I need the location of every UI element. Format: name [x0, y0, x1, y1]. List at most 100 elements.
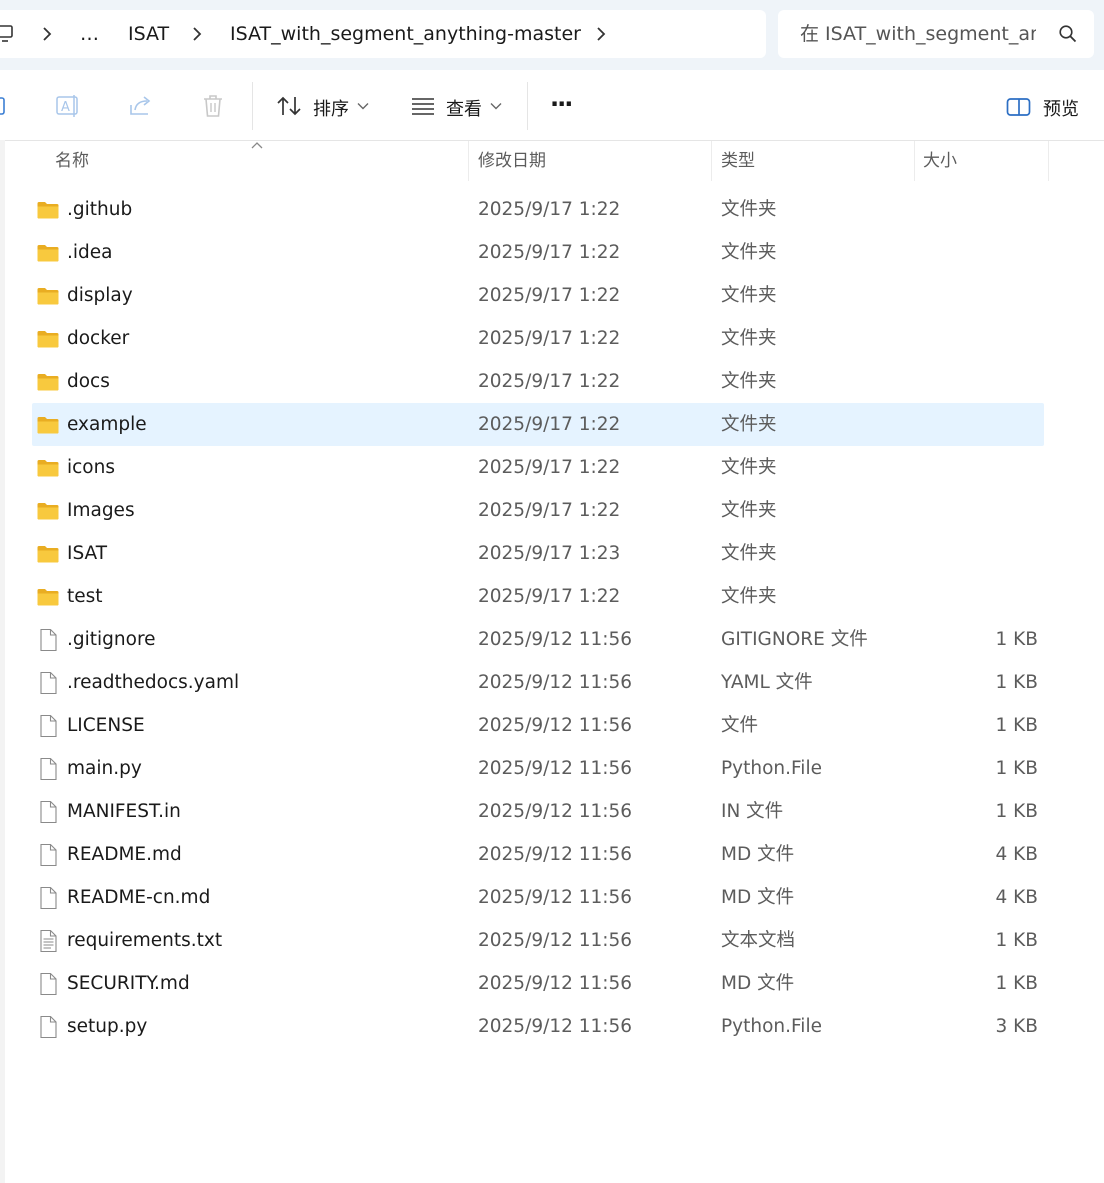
file-icon: [40, 628, 57, 652]
file-date: 2025/9/17 1:22: [478, 328, 621, 349]
file-row[interactable]: .gitignore 2025/9/12 11:56 GITIGNORE 文件 1 K…: [32, 618, 1044, 661]
chevron-right-icon[interactable]: [592, 25, 610, 43]
file-type: GITIGNORE 文件: [721, 629, 868, 650]
file-name: .github: [67, 199, 133, 220]
column-divider[interactable]: [1048, 141, 1049, 181]
file-row[interactable]: icons 2025/9/17 1:22 文件夹: [32, 446, 1044, 489]
search-input[interactable]: [778, 10, 1036, 58]
sort-icon: [277, 96, 301, 116]
more-options-button[interactable]: ···: [546, 82, 586, 130]
toolbar-divider: [252, 82, 253, 130]
chevron-right-icon[interactable]: [188, 25, 206, 43]
view-button[interactable]: 查看: [408, 82, 512, 130]
toolbar-divider: [527, 82, 528, 130]
file-type: IN 文件: [721, 801, 784, 822]
address-bar[interactable]: … ISAT ISAT_with_segment_anything-master: [0, 10, 766, 58]
sort-button[interactable]: 排序: [272, 82, 382, 130]
address-bar-area: … ISAT ISAT_with_segment_anything-master: [0, 0, 1104, 70]
file-row[interactable]: .readthedocs.yaml 2025/9/12 11:56 YAML 文件 1…: [32, 661, 1044, 704]
column-divider[interactable]: [711, 141, 712, 181]
file-size: 1 KB: [995, 715, 1038, 736]
sort-label: 排序: [313, 99, 349, 120]
file-name: .readthedocs.yaml: [67, 672, 240, 693]
folder-icon: [37, 374, 59, 391]
file-date: 2025/9/12 11:56: [478, 758, 633, 779]
file-size: 1 KB: [995, 672, 1038, 693]
file-type: Python.File: [721, 758, 822, 779]
file-size: 1 KB: [995, 973, 1038, 994]
file-row[interactable]: example 2025/9/17 1:22 文件夹: [32, 403, 1044, 446]
folder-icon: [37, 503, 59, 520]
column-header-date[interactable]: 修改日期: [478, 141, 703, 181]
file-row[interactable]: main.py 2025/9/12 11:56 Python.File 1 KB: [32, 747, 1044, 790]
folder-icon: [37, 546, 59, 563]
file-date: 2025/9/12 11:56: [478, 973, 633, 994]
folder-icon: [37, 202, 59, 219]
breadcrumb-overflow[interactable]: …: [80, 10, 100, 58]
view-list-icon: [412, 98, 434, 115]
folder-icon: [37, 288, 59, 305]
file-type: YAML 文件: [721, 672, 813, 693]
file-row[interactable]: .idea 2025/9/17 1:22 文件夹: [32, 231, 1044, 274]
file-row[interactable]: README.md 2025/9/12 11:56 MD 文件 4 KB: [32, 833, 1044, 876]
preview-pane-icon: [1006, 98, 1031, 116]
breadcrumb-current-folder[interactable]: ISAT_with_segment_anything-master: [230, 10, 581, 58]
file-date: 2025/9/17 1:22: [478, 500, 621, 521]
file-row[interactable]: docs 2025/9/17 1:22 文件夹: [32, 360, 1044, 403]
file-row[interactable]: setup.py 2025/9/12 11:56 Python.File 3 KB: [32, 1005, 1044, 1048]
file-type: 文本文档: [721, 930, 796, 951]
command-bar: A 排序 查看 ··· 预览: [0, 70, 1104, 141]
file-date: 2025/9/12 11:56: [478, 844, 633, 865]
file-name: icons: [67, 457, 115, 478]
chevron-right-icon[interactable]: [38, 25, 56, 43]
file-name: docs: [67, 371, 110, 392]
file-row[interactable]: Images 2025/9/17 1:22 文件夹: [32, 489, 1044, 532]
search-box[interactable]: [778, 10, 1094, 58]
file-name: example: [67, 414, 147, 435]
file-icon: [40, 800, 57, 824]
file-row[interactable]: docker 2025/9/17 1:22 文件夹: [32, 317, 1044, 360]
file-type: 文件夹: [721, 371, 777, 392]
navigation-pane-edge[interactable]: [0, 140, 5, 1183]
share-icon[interactable]: [128, 93, 154, 119]
file-row[interactable]: LICENSE 2025/9/12 11:56 文件 1 KB: [32, 704, 1044, 747]
file-icon: [40, 843, 57, 867]
file-date: 2025/9/12 11:56: [478, 715, 633, 736]
file-row[interactable]: requirements.txt 2025/9/12 11:56 文本文档 1 KB: [32, 919, 1044, 962]
rename-icon[interactable]: A: [55, 93, 81, 119]
file-row[interactable]: display 2025/9/17 1:22 文件夹: [32, 274, 1044, 317]
text-document-icon: [40, 929, 57, 953]
file-type: 文件夹: [721, 199, 777, 220]
computer-icon[interactable]: [0, 24, 20, 44]
breadcrumb-isat[interactable]: ISAT: [128, 10, 169, 58]
column-header-name[interactable]: 名称: [55, 141, 455, 181]
search-icon[interactable]: [1058, 24, 1078, 44]
file-date: 2025/9/17 1:22: [478, 457, 621, 478]
file-size: 1 KB: [995, 930, 1038, 951]
file-row[interactable]: ISAT 2025/9/17 1:23 文件夹: [32, 532, 1044, 575]
file-type: MD 文件: [721, 973, 795, 994]
file-icon: [40, 886, 57, 910]
file-row[interactable]: test 2025/9/17 1:22 文件夹: [32, 575, 1044, 618]
column-divider[interactable]: [914, 141, 915, 181]
file-row[interactable]: .github 2025/9/17 1:22 文件夹: [32, 188, 1044, 231]
file-row[interactable]: MANIFEST.in 2025/9/12 11:56 IN 文件 1 KB: [32, 790, 1044, 833]
file-name: README.md: [67, 844, 182, 865]
column-header-type[interactable]: 类型: [721, 141, 906, 181]
copy-icon[interactable]: [0, 93, 12, 119]
file-type: 文件夹: [721, 586, 777, 607]
delete-icon[interactable]: [200, 93, 226, 119]
column-divider[interactable]: [468, 141, 469, 181]
file-row[interactable]: SECURITY.md 2025/9/12 11:56 MD 文件 1 KB: [32, 962, 1044, 1005]
file-date: 2025/9/17 1:22: [478, 242, 621, 263]
file-date: 2025/9/17 1:22: [478, 371, 621, 392]
file-row[interactable]: README-cn.md 2025/9/12 11:56 MD 文件 4 KB: [32, 876, 1044, 919]
preview-pane-button[interactable]: 预览: [1000, 82, 1094, 130]
file-type: 文件: [721, 715, 759, 736]
file-name: .gitignore: [67, 629, 156, 650]
file-name: LICENSE: [67, 715, 145, 736]
file-icon: [40, 671, 57, 695]
view-label: 查看: [446, 99, 482, 120]
column-header-size[interactable]: 大小: [923, 141, 1043, 181]
file-type: MD 文件: [721, 844, 795, 865]
